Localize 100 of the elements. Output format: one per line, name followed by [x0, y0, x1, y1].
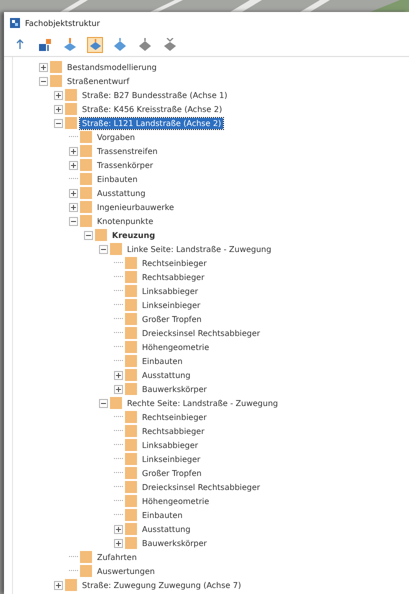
folder-icon [80, 187, 92, 199]
folder-icon [95, 229, 107, 241]
plus-icon [71, 162, 76, 168]
tree-item[interactable]: Höhengeometrie [140, 342, 212, 352]
tree-item[interactable]: Bauwerkskörper [140, 384, 209, 394]
tree-item[interactable]: Straße: Zuwegung Zuwegung (Achse 7) [80, 580, 244, 590]
tree-item[interactable]: Linkseinbieger [140, 300, 202, 310]
tree-item[interactable]: Vorgaben [95, 132, 137, 142]
folder-icon [65, 117, 77, 129]
folder-icon [125, 257, 137, 269]
toolbar-button[interactable] [37, 37, 53, 53]
folder-icon [110, 243, 122, 255]
folder-icon [80, 159, 92, 171]
folder-icon [65, 579, 77, 591]
expand-button[interactable] [54, 104, 63, 114]
tree-item[interactable]: Ausstattung [140, 370, 192, 380]
tree-item[interactable]: Ausstattung [140, 524, 192, 534]
folder-icon [125, 495, 137, 507]
collapse-button[interactable] [69, 216, 78, 226]
tree-item[interactable]: Dreiecksinsel Rechtsabbieger [140, 482, 262, 492]
folder-icon [125, 425, 137, 437]
tree-item[interactable]: Großer Tropfen [140, 468, 204, 478]
tree-item[interactable]: Trassenkörper [95, 160, 156, 170]
expand-button[interactable] [39, 62, 48, 72]
folder-icon [110, 397, 122, 409]
folder-icon [50, 75, 62, 87]
tree-item[interactable]: Bestandsmodellierung [65, 62, 159, 72]
folder-icon [125, 537, 137, 549]
tree-item[interactable]: Rechtseinbieger [140, 258, 209, 268]
toolbar-button[interactable] [137, 37, 153, 53]
expand-button[interactable] [114, 384, 123, 394]
plus-icon [116, 526, 121, 532]
collapse-button[interactable] [84, 230, 93, 240]
minus-icon [71, 218, 76, 224]
folder-icon [65, 89, 77, 101]
diamond-icon [138, 38, 152, 52]
expand-button[interactable] [54, 90, 63, 100]
folder-icon [80, 145, 92, 157]
folder-icon [125, 299, 137, 311]
sort-icon [38, 38, 52, 52]
folder-icon [125, 285, 137, 297]
tree-item[interactable]: Großer Tropfen [140, 314, 204, 324]
tree-item[interactable]: Dreiecksinsel Rechtsabbieger [140, 328, 262, 338]
expand-button[interactable] [114, 538, 123, 548]
tree-item[interactable]: Höhengeometrie [140, 496, 212, 506]
expand-button[interactable] [114, 524, 123, 534]
expand-button[interactable] [69, 146, 78, 156]
tree-item[interactable]: Kreuzung [110, 230, 158, 240]
tree-item[interactable]: Rechtsabbieger [140, 272, 206, 282]
collapse-button[interactable] [54, 118, 63, 128]
expand-button[interactable] [114, 370, 123, 380]
folder-icon [125, 439, 137, 451]
tree-item[interactable]: Bauwerkskörper [140, 538, 209, 548]
tree-item[interactable]: Trassenstreifen [95, 146, 160, 156]
folder-icon [80, 215, 92, 227]
tree-item[interactable]: Rechtseinbieger [140, 412, 209, 422]
tree-item[interactable]: Ausstattung [95, 188, 148, 198]
diamond-frame-icon [88, 38, 102, 52]
plus-icon [71, 148, 76, 154]
folder-icon [65, 103, 77, 115]
toolbar-button[interactable] [112, 37, 128, 53]
minus-icon [101, 400, 106, 406]
expand-button[interactable] [69, 160, 78, 170]
tree-item[interactable]: Einbauten [95, 174, 140, 184]
tree-item[interactable]: Straße: L121 Landstraße (Achse 2) [80, 118, 224, 128]
tree-item[interactable]: Straße: K456 Kreisstraße (Achse 2) [80, 104, 224, 114]
expand-button[interactable] [69, 202, 78, 212]
tree-item[interactable]: Linke Seite: Landstraße - Zuwegung [125, 244, 274, 254]
folder-icon [125, 369, 137, 381]
folder-icon [125, 341, 137, 353]
tree-item[interactable]: Linkseinbieger [140, 454, 202, 464]
tree-item[interactable]: Linksabbieger [140, 286, 200, 296]
tree-item[interactable]: Linksabbieger [140, 440, 200, 450]
expand-button[interactable] [69, 188, 78, 198]
collapse-button[interactable] [39, 76, 48, 86]
plus-icon [56, 92, 61, 98]
folder-icon [125, 411, 137, 423]
folder-icon [80, 551, 92, 563]
tree-item[interactable]: Zufahrten [95, 552, 139, 562]
plus-icon [116, 386, 121, 392]
tree-item[interactable]: Ingenieurbauwerke [95, 202, 176, 212]
collapse-button[interactable] [99, 244, 108, 254]
folder-icon [125, 509, 137, 521]
expand-button[interactable] [54, 580, 63, 590]
folder-icon [125, 467, 137, 479]
tree-item[interactable]: Straßenentwurf [65, 76, 132, 86]
folder-icon [125, 313, 137, 325]
tree-item[interactable]: Auswertungen [95, 566, 157, 576]
tree-item[interactable]: Einbauten [140, 510, 185, 520]
folder-icon [125, 327, 137, 339]
window-title: Fachobjektstruktur [25, 18, 100, 28]
tree-item[interactable]: Rechte Seite: Landstraße - Zuwegung [125, 398, 280, 408]
minus-icon [41, 78, 46, 84]
tree-item[interactable]: Straße: B27 Bundesstraße (Achse 1) [80, 90, 230, 100]
tree-item[interactable]: Knotenpunkte [95, 216, 156, 226]
tree-item[interactable]: Einbauten [140, 356, 185, 366]
collapse-button[interactable] [99, 398, 108, 408]
toolbar-button[interactable] [87, 37, 103, 53]
tree-item[interactable]: Rechtsabbieger [140, 426, 206, 436]
plus-icon [116, 372, 121, 378]
